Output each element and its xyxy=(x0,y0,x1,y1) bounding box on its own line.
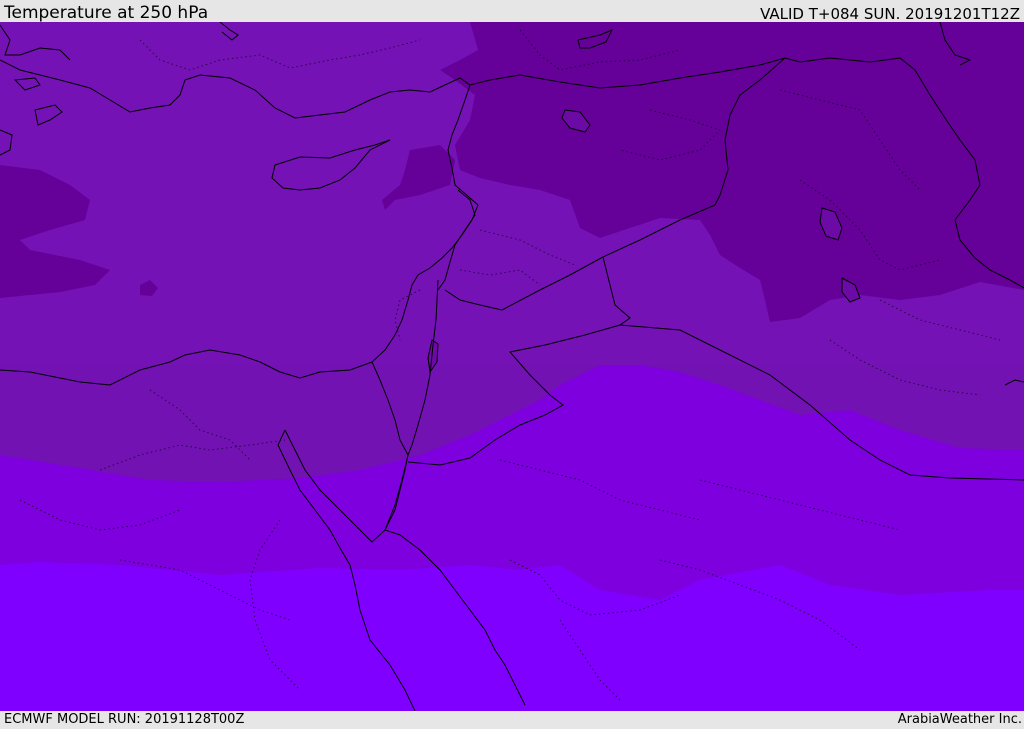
map-title: Temperature at 250 hPa xyxy=(4,3,209,23)
model-run-label: ECMWF MODEL RUN: 20191128T00Z xyxy=(4,712,245,727)
weather-map[interactable] xyxy=(0,22,1024,711)
map-canvas xyxy=(0,22,1024,711)
header-bar: Temperature at 250 hPa VALID T+084 SUN. … xyxy=(0,0,1024,23)
credit-label: ArabiaWeather Inc. xyxy=(897,712,1022,727)
footer-bar: ECMWF MODEL RUN: 20191128T00Z ArabiaWeat… xyxy=(0,711,1024,729)
valid-time-label: VALID T+084 SUN. 20191201T12Z xyxy=(760,5,1020,23)
